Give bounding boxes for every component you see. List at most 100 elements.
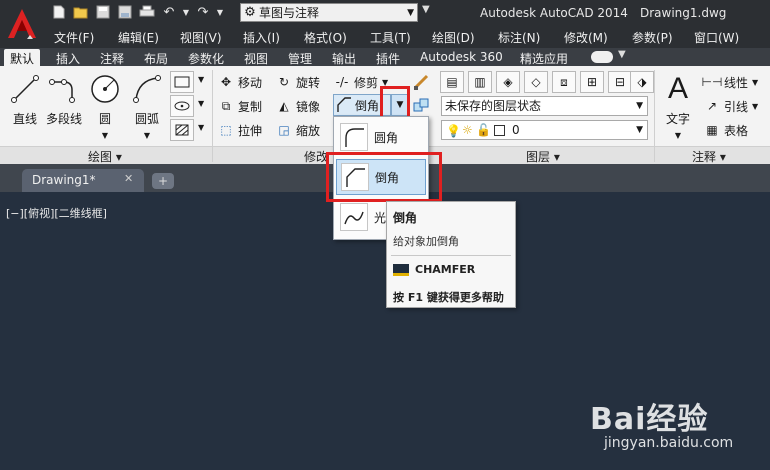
modify-panel-title[interactable]: 修改 bbox=[304, 148, 328, 165]
layer-tool-4[interactable]: ◇ bbox=[524, 71, 548, 93]
line-tool[interactable]: 直线 bbox=[4, 70, 46, 146]
open-icon[interactable] bbox=[72, 3, 90, 21]
leader-label: 引线 bbox=[724, 99, 749, 114]
tab-layout[interactable]: 布局 bbox=[138, 49, 174, 66]
save-icon[interactable] bbox=[94, 3, 112, 21]
chevron-down-icon[interactable]: ▼ bbox=[198, 99, 204, 108]
new-tab-button[interactable]: + bbox=[152, 173, 174, 189]
menu-tools[interactable]: 工具(T) bbox=[370, 29, 411, 46]
workspace-label: 草图与注释 bbox=[259, 6, 320, 20]
chevron-down-icon: ▼ bbox=[636, 125, 643, 135]
circle-tool[interactable]: 圆 ▼ bbox=[84, 70, 126, 146]
text-tool[interactable]: A 文字 ▼ bbox=[658, 70, 698, 146]
menu-insert[interactable]: 插入(I) bbox=[243, 29, 280, 46]
draw-panel-title[interactable]: 绘图 ▾ bbox=[88, 148, 122, 165]
ribbon-minimize-toggle[interactable] bbox=[591, 51, 613, 63]
menu-bar: 文件(F) 编辑(E) 视图(V) 插入(I) 格式(O) 工具(T) 绘图(D… bbox=[44, 26, 770, 48]
tab-insert[interactable]: 插入 bbox=[50, 49, 86, 66]
layer-tool-7[interactable]: ⊟ bbox=[608, 71, 632, 93]
customize-toolbar-icon[interactable]: ▼ bbox=[422, 4, 430, 15]
chamfer-label: 倒角 bbox=[355, 98, 380, 113]
layer-tool-6[interactable]: ⊞ bbox=[580, 71, 604, 93]
polyline-tool[interactable]: 多段线 bbox=[42, 70, 86, 146]
layer-icon: ◇ bbox=[531, 75, 541, 89]
application-menu-button[interactable] bbox=[0, 0, 44, 48]
chevron-down-icon[interactable]: ▼ bbox=[182, 3, 190, 21]
text-label: 文字 bbox=[665, 112, 690, 126]
layer-tool-2[interactable]: ▥ bbox=[468, 71, 492, 93]
stretch-button[interactable]: ⬚ 拉伸 bbox=[218, 120, 262, 140]
menu-format[interactable]: 格式(O) bbox=[304, 29, 347, 46]
leader-button[interactable]: ↗ 引线 ▼ bbox=[704, 96, 758, 116]
tab-output[interactable]: 输出 bbox=[326, 49, 362, 66]
rotate-button[interactable]: ↻ 旋转 bbox=[276, 72, 320, 92]
move-icon: ✥ bbox=[220, 75, 232, 89]
tooltip-help-hint: 按 F1 键获得更多帮助 bbox=[393, 291, 504, 304]
chevron-down-icon: ▼ bbox=[407, 7, 414, 18]
layer-tool-5[interactable]: ⧈ bbox=[552, 71, 576, 93]
layer-select[interactable]: 💡 ☼ 🔓 0 ▼ bbox=[441, 120, 648, 140]
tab-view[interactable]: 视图 bbox=[238, 49, 274, 66]
undo-icon[interactable]: ↶ bbox=[160, 3, 178, 21]
scale-icon: ◲ bbox=[278, 123, 290, 137]
chamfer-tooltip: 倒角 给对象加倒角 CHAMFER 按 F1 键获得更多帮助 bbox=[386, 201, 516, 308]
tab-home[interactable]: 默认 bbox=[4, 49, 41, 66]
polyline-label: 多段线 bbox=[45, 112, 82, 126]
layer-properties-icon: ▤ bbox=[446, 75, 458, 89]
layer-tool-8[interactable]: ⬗ bbox=[630, 71, 654, 93]
rotate-icon: ↻ bbox=[278, 75, 290, 89]
table-button[interactable]: ▦ 表格 bbox=[704, 120, 748, 140]
layer-properties-button[interactable]: ▤ bbox=[440, 71, 464, 93]
chevron-down-icon[interactable]: ▼ bbox=[198, 75, 204, 84]
menu-item-fillet[interactable]: 圆角 bbox=[336, 119, 426, 155]
menu-parametric[interactable]: 参数(P) bbox=[632, 29, 673, 46]
line-icon bbox=[8, 72, 42, 106]
tab-addins[interactable]: 插件 bbox=[370, 49, 406, 66]
menu-draw[interactable]: 绘图(D) bbox=[432, 29, 475, 46]
hatch-tool[interactable] bbox=[170, 119, 194, 141]
scale-button[interactable]: ◲ 缩放 bbox=[276, 120, 320, 140]
array-tool[interactable] bbox=[410, 95, 432, 117]
table-icon: ▦ bbox=[706, 123, 718, 137]
circle-label: 圆 bbox=[98, 112, 111, 126]
save-as-icon[interactable] bbox=[116, 3, 134, 21]
redo-icon[interactable]: ↷ bbox=[194, 3, 212, 21]
menu-view[interactable]: 视图(V) bbox=[180, 29, 222, 46]
gear-icon: ⚙ bbox=[244, 5, 256, 20]
annotation-panel-title[interactable]: 注释 ▾ bbox=[692, 148, 726, 165]
new-icon[interactable] bbox=[50, 3, 68, 21]
tab-annotate[interactable]: 注释 bbox=[94, 49, 130, 66]
tab-parametric[interactable]: 参数化 bbox=[182, 49, 230, 66]
menu-window[interactable]: 窗口(W) bbox=[694, 29, 739, 46]
arc-tool[interactable]: 圆弧 ▼ bbox=[128, 70, 166, 146]
move-button[interactable]: ✥ 移动 bbox=[218, 72, 262, 92]
tab-manage[interactable]: 管理 bbox=[282, 49, 318, 66]
layer-icon: ◈ bbox=[503, 75, 513, 89]
workspace-select[interactable]: ⚙ 草图与注释 ▼ bbox=[240, 3, 418, 22]
tab-autodesk-360[interactable]: Autodesk 360 bbox=[414, 49, 509, 66]
tab-featured-apps[interactable]: 精选应用 bbox=[514, 49, 574, 66]
menu-dimension[interactable]: 标注(N) bbox=[498, 29, 540, 46]
layer-state-select[interactable]: 未保存的图层状态 ▼ bbox=[441, 96, 648, 116]
print-icon[interactable] bbox=[138, 3, 156, 21]
viewport-controls[interactable]: [−][俯视][二维线框] bbox=[6, 205, 107, 221]
lightbulb-icon: 💡 bbox=[446, 124, 461, 138]
linear-dim-button[interactable]: ⊢⊣ 线性 ▼ bbox=[702, 72, 759, 92]
chevron-down-icon[interactable]: ▼ bbox=[618, 49, 626, 60]
menu-modify[interactable]: 修改(M) bbox=[564, 29, 608, 46]
copy-button[interactable]: ⧉ 复制 bbox=[218, 96, 262, 116]
close-icon[interactable]: ✕ bbox=[124, 172, 133, 185]
match-properties-tool[interactable] bbox=[410, 71, 432, 93]
chevron-down-icon[interactable]: ▼ bbox=[198, 123, 204, 132]
layers-panel-title[interactable]: 图层 ▾ bbox=[526, 148, 560, 165]
menu-edit[interactable]: 编辑(E) bbox=[118, 29, 159, 46]
layer-tool-3[interactable]: ◈ bbox=[496, 71, 520, 93]
hatch-icon bbox=[175, 124, 189, 136]
ellipse-tool[interactable] bbox=[170, 95, 194, 117]
rectangle-tool[interactable] bbox=[170, 71, 194, 93]
tooltip-command: CHAMFER bbox=[393, 263, 475, 276]
chevron-down-icon: ▼ bbox=[752, 101, 759, 111]
menu-file[interactable]: 文件(F) bbox=[54, 29, 94, 46]
chevron-down-icon[interactable]: ▼ bbox=[216, 3, 224, 21]
mirror-button[interactable]: ◭ 镜像 bbox=[276, 96, 320, 116]
